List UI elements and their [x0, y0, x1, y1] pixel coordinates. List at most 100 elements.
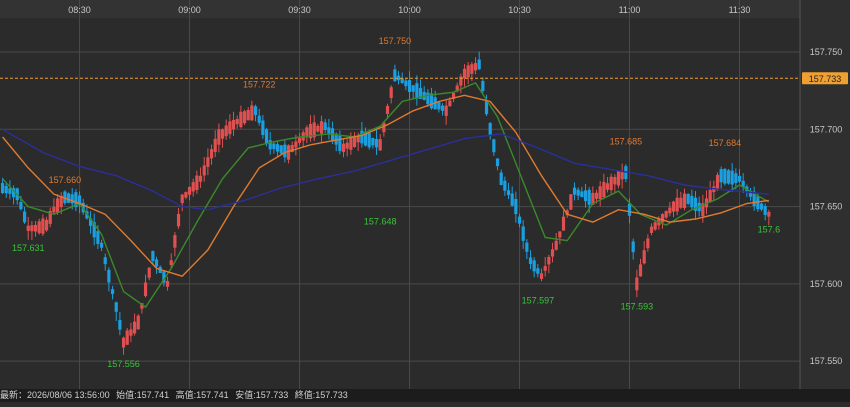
candle-body: [583, 190, 588, 202]
candle-body: [206, 157, 210, 167]
candle-body: [649, 226, 654, 233]
candle-body: [759, 203, 764, 210]
candle-body: [642, 250, 646, 264]
high-annotation: 157.684: [709, 138, 742, 148]
candle-body: [151, 251, 155, 262]
candle-body: [477, 59, 481, 70]
candle-body: [345, 142, 349, 149]
candle-body: [730, 170, 734, 185]
candle-body: [719, 169, 723, 183]
high-annotation: 157.722: [243, 79, 276, 89]
candle-body: [481, 81, 485, 92]
candle-body: [554, 240, 558, 250]
candle-body: [253, 106, 258, 116]
candle-body: [605, 183, 610, 190]
low-annotation: 157.597: [522, 296, 555, 306]
candle-body: [569, 194, 573, 210]
candle-body: [0, 183, 5, 194]
y-tick-label: 157.650: [810, 202, 843, 212]
candle-body: [510, 193, 514, 206]
candle-body: [165, 280, 170, 287]
candle-body: [19, 201, 23, 210]
candle-body: [521, 226, 525, 241]
candle-body: [8, 188, 12, 194]
x-tick-label: 11:30: [729, 5, 751, 15]
candle-body: [602, 182, 606, 198]
candle-body: [187, 186, 192, 195]
candle-body: [279, 145, 283, 154]
candle-body: [440, 105, 445, 111]
candle-body: [327, 127, 331, 134]
candle-body: [686, 193, 690, 204]
x-tick-label: 10:00: [398, 5, 421, 15]
high-annotation: 157.685: [610, 136, 643, 146]
candle-body: [466, 65, 470, 78]
candle-body: [52, 206, 56, 213]
candle-body: [638, 264, 643, 277]
current-price-label: 157.733: [809, 74, 842, 84]
low-annotation: 157.593: [621, 302, 654, 312]
candle-body: [198, 175, 203, 182]
candle-body: [576, 189, 580, 196]
candle-body: [180, 194, 184, 204]
candle-body: [389, 87, 393, 98]
candle-body: [715, 174, 720, 191]
price-chart[interactable]: 08:30 09:00 09:30 10:00 10:30 11:00 11:30 157.7…: [0, 0, 850, 402]
candle-body: [195, 175, 199, 191]
candle-body: [169, 260, 173, 265]
candle-body: [763, 205, 767, 215]
candle-body: [616, 170, 621, 186]
status-bar: 最新：2026/08/06 13:56:00 始值:157.741 高值:157…: [0, 389, 850, 402]
candle-body: [495, 158, 500, 167]
y-tick-label: 157.700: [810, 124, 843, 134]
candle-body: [242, 111, 247, 124]
candle-body: [250, 105, 254, 121]
candle-body: [620, 171, 624, 180]
candle-body: [191, 182, 195, 192]
low-value: 安值:157.733: [235, 390, 289, 400]
candle-body: [268, 140, 272, 150]
candle-body: [470, 64, 474, 74]
candle-body: [44, 219, 49, 231]
candle-body: [4, 185, 8, 194]
candle-body: [561, 216, 566, 231]
chart-canvas[interactable]: 08:30 09:00 09:30 10:00 10:30 11:00 11:30 157.7…: [0, 0, 850, 402]
candle-body: [261, 120, 265, 135]
low-annotation: 157.648: [364, 217, 397, 227]
candle-body: [635, 277, 639, 291]
candle-body: [726, 170, 731, 184]
candle-body: [341, 143, 346, 152]
candle-body: [660, 214, 665, 223]
candle-body: [594, 192, 599, 199]
candle-body: [653, 222, 657, 230]
candle-body: [136, 315, 140, 330]
candle-body: [613, 177, 617, 185]
candle-body: [66, 193, 71, 203]
candle-body: [213, 138, 217, 152]
candle-body: [147, 267, 151, 278]
x-tick-label: 11:00: [619, 5, 641, 15]
candle-body: [55, 198, 60, 213]
candle-body: [734, 173, 738, 184]
candle-body: [690, 195, 694, 208]
candle-body: [385, 105, 390, 114]
candle-body: [514, 199, 518, 215]
candle-body: [400, 78, 404, 83]
candle-body: [319, 121, 324, 134]
candle-body: [407, 80, 412, 92]
candle-body: [246, 109, 250, 121]
candle-body: [572, 187, 577, 195]
candle-body: [767, 211, 771, 217]
candle-body: [257, 115, 261, 123]
candle-body: [217, 129, 221, 145]
candle-body: [103, 257, 107, 265]
candle-body: [547, 257, 551, 265]
candle-body: [426, 92, 430, 105]
candle-body: [286, 145, 291, 160]
candle-body: [367, 132, 371, 148]
candle-body: [580, 191, 584, 198]
candle-body: [154, 259, 159, 267]
x-tick-label: 09:00: [178, 5, 201, 15]
candle-body: [528, 257, 533, 264]
candle-body: [668, 207, 672, 214]
